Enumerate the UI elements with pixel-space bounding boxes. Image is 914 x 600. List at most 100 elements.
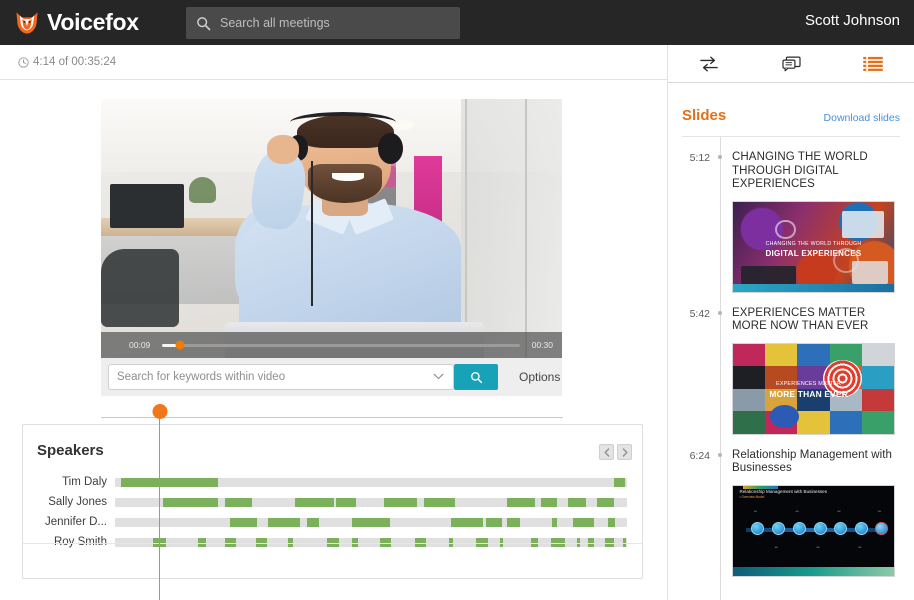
slide-thumb-line2: DIGITAL EXPERIENCES (756, 249, 872, 258)
speaker-activity-segment (597, 498, 613, 507)
slide-rail (710, 449, 732, 577)
speaker-activity-segment (449, 538, 453, 547)
chevron-left-icon (604, 448, 610, 457)
speaker-name: Roy Smith (23, 536, 115, 548)
speaker-activity-track[interactable] (115, 518, 627, 527)
slide-item[interactable]: 6:24 Relationship Management with Busines… (674, 449, 900, 577)
brand-logo[interactable]: Voicefox (14, 9, 139, 36)
slide-thumbnail[interactable]: EXPERIENCES MATTER MORE THAN EVER (732, 343, 895, 435)
clock-icon (18, 57, 29, 68)
speaker-activity-segment (415, 538, 427, 547)
slide-thumb-line1: CHANGING THE WORLD THROUGH (756, 241, 872, 247)
speaker-row: Roy Smith (23, 534, 642, 550)
speaker-activity-track[interactable] (115, 478, 627, 487)
slides-tab[interactable] (850, 49, 896, 79)
speakers-prev-button[interactable] (599, 444, 614, 460)
fox-head-icon (14, 10, 40, 36)
speaker-activity-segment (121, 478, 218, 487)
speaker-activity-track[interactable] (115, 498, 627, 507)
download-slides-link[interactable]: Download slides (824, 112, 900, 124)
speaker-activity-segment (476, 538, 488, 547)
speaker-activity-segment (352, 518, 391, 527)
slide-title: EXPERIENCES MATTER MORE NOW THAN EVER (732, 307, 900, 334)
video-scrubber[interactable]: 00:09 00:30 (101, 332, 562, 358)
speaker-name: Jennifer D... (23, 516, 115, 528)
slide-thumbnail[interactable]: Relationship Management with Businesses•… (732, 485, 895, 577)
playback-position-text: 4:14 of 00:35:24 (33, 56, 116, 68)
keyword-search-field[interactable] (108, 364, 454, 390)
slide-title: Relationship Management with Businesses (732, 449, 900, 476)
speaker-activity-segment (608, 518, 615, 527)
options-button[interactable]: Options (519, 370, 560, 384)
user-name-label[interactable]: Scott Johnson (805, 12, 900, 29)
speaker-activity-segment (507, 518, 521, 527)
video-progress-track[interactable] (162, 344, 519, 347)
speaker-activity-segment (256, 538, 267, 547)
speaker-activity-segment (268, 518, 300, 527)
speaker-activity-segment (225, 538, 236, 547)
speaker-activity-segment (568, 498, 586, 507)
keyword-search-button[interactable] (454, 364, 498, 390)
speaker-rows: Tim Daly Sally Jones Jennifer D... Roy Smit… (23, 474, 642, 554)
slide-thumb-line1: EXPERIENCES MATTER (752, 381, 865, 387)
slide-body: EXPERIENCES MATTER MORE NOW THAN EVER EXP… (732, 307, 900, 435)
slide-body: Relationship Management with Businesses R… (732, 449, 900, 577)
speaker-activity-segment (588, 538, 594, 547)
slide-timestamp: 5:12 (674, 151, 710, 293)
slide-thumb-line2: MORE THAN EVER (752, 389, 865, 399)
comments-tab[interactable] (768, 49, 814, 79)
speaker-activity-segment (541, 498, 557, 507)
speaker-activity-segment (225, 498, 252, 507)
speakers-pager (599, 444, 632, 460)
slide-rail-dot (718, 311, 722, 315)
brand-name: Voicefox (47, 9, 139, 36)
global-search[interactable] (186, 7, 460, 39)
search-icon (470, 371, 483, 384)
speaker-activity-segment (384, 498, 417, 507)
speaker-activity-segment (500, 538, 503, 547)
speaker-activity-segment (507, 498, 536, 507)
speaker-activity-segment (352, 538, 358, 547)
speakers-next-button[interactable] (617, 444, 632, 460)
video-progress-handle[interactable] (176, 341, 185, 350)
playhead-top-handle[interactable] (152, 404, 167, 419)
speaker-activity-segment (307, 518, 319, 527)
slide-item[interactable]: 5:42 EXPERIENCES MATTER MORE NOW THAN EVE… (674, 307, 900, 435)
transcript-tab[interactable] (686, 49, 732, 79)
slide-rail-dot (718, 453, 722, 457)
speaker-activity-segment (614, 478, 625, 487)
speaker-activity-segment (573, 518, 594, 527)
slide-timestamp: 6:24 (674, 449, 710, 577)
speaker-activity-segment (327, 538, 339, 547)
search-icon (196, 16, 211, 31)
speaker-activity-segment (163, 498, 218, 507)
list-icon (863, 56, 883, 72)
video-player[interactable]: 00:09 00:30 (101, 99, 562, 358)
speaker-activity-segment (552, 518, 557, 527)
slides-title: Slides (682, 107, 726, 124)
speaker-row: Jennifer D... (23, 514, 642, 530)
speaker-activity-segment (451, 518, 483, 527)
speaker-activity-segment (551, 538, 564, 547)
global-search-input[interactable] (220, 16, 435, 30)
chevron-down-icon[interactable] (433, 373, 444, 380)
speaker-activity-segment (380, 538, 391, 547)
timeline-playhead[interactable]: 4:14 (159, 411, 160, 600)
slide-rail-line (720, 435, 721, 600)
voicefox-app: Voicefox Scott Johnson 4:14 of 00:35:24 (0, 0, 914, 600)
chevron-right-icon (622, 448, 628, 457)
slide-item[interactable]: 5:12 CHANGING THE WORLD THROUGH DIGITAL E… (674, 151, 900, 293)
slide-rail (710, 151, 732, 293)
speaker-row: Tim Daly (23, 474, 642, 490)
slide-timestamp: 5:42 (674, 307, 710, 435)
slide-thumbnail[interactable]: CHANGING THE WORLD THROUGH DIGITAL EXPERI… (732, 201, 895, 293)
slide-rail (710, 307, 732, 435)
speaker-name: Tim Daly (23, 476, 115, 488)
slide-rail-dot (718, 155, 722, 159)
speaker-activity-track[interactable] (115, 538, 627, 547)
speaker-row: Sally Jones (23, 494, 642, 510)
speaker-activity-segment (198, 538, 205, 547)
panel-tab-bar (668, 45, 914, 83)
keyword-search-input[interactable] (117, 371, 417, 383)
video-frame-image (101, 99, 562, 358)
